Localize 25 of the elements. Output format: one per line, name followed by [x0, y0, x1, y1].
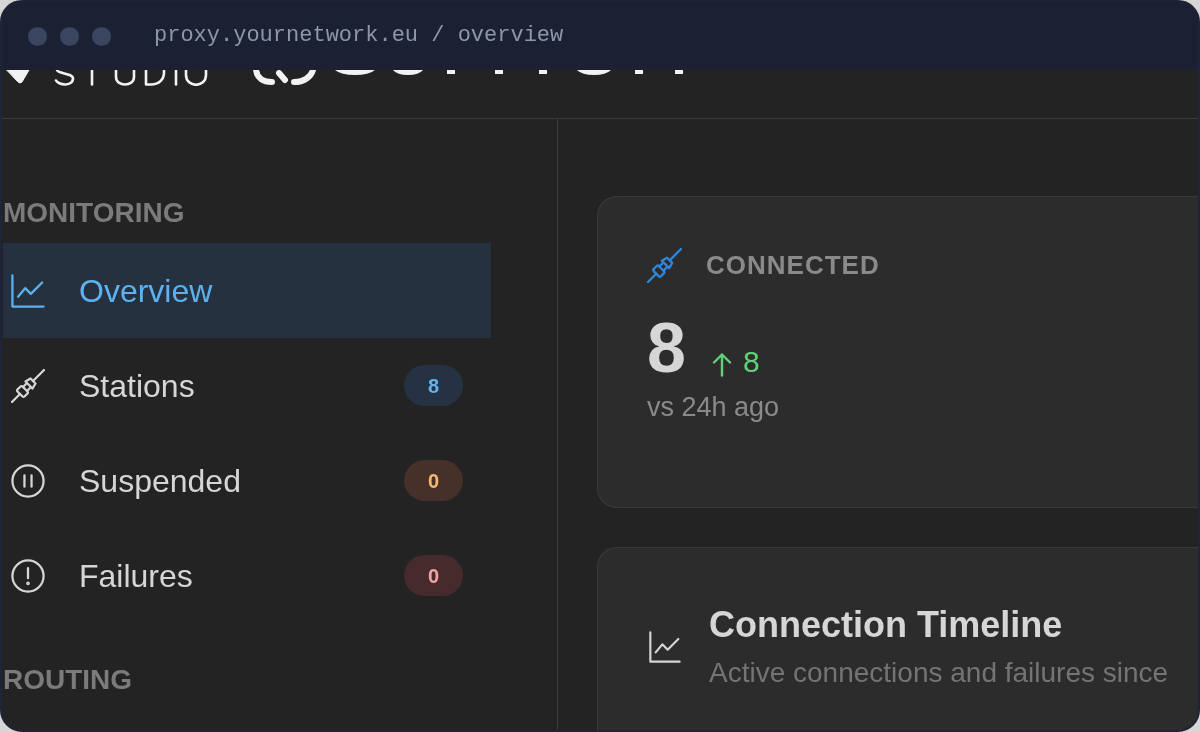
card-title: Connection Timeline [709, 603, 1063, 647]
count-badge: 0 [404, 460, 463, 501]
section-heading: MONITORING [3, 197, 185, 229]
count-badge: 0 [404, 555, 463, 596]
pause-icon [11, 463, 45, 498]
count-badge: 8 [404, 365, 463, 406]
sidebar-item[interactable]: Overview [3, 243, 491, 338]
sidebar-item[interactable]: Suspended 0 [3, 433, 491, 528]
plug-icon [11, 368, 45, 403]
sidebar-item[interactable]: Stations 8 [3, 338, 491, 433]
alert-icon [11, 558, 45, 593]
section-heading: ROUTING [3, 664, 133, 696]
card-subtitle: Active connections and failures since [709, 656, 1169, 690]
stat-value: 8 [647, 313, 686, 383]
line-chart-icon [11, 273, 45, 308]
address-text: proxy.yournetwork.eu / overview [154, 22, 564, 50]
window-control-icon[interactable] [92, 26, 111, 46]
window-control-icon[interactable] [28, 26, 47, 46]
stat-label: CONNECTED [706, 249, 880, 281]
change-value: 8 [742, 345, 760, 379]
sidebar-item[interactable]: Failures 0 [3, 528, 491, 623]
plug-icon [647, 247, 682, 283]
window-control-icon[interactable] [60, 26, 79, 46]
comparison-caption: vs 24h ago [647, 391, 780, 423]
line-chart-icon [648, 631, 682, 663]
